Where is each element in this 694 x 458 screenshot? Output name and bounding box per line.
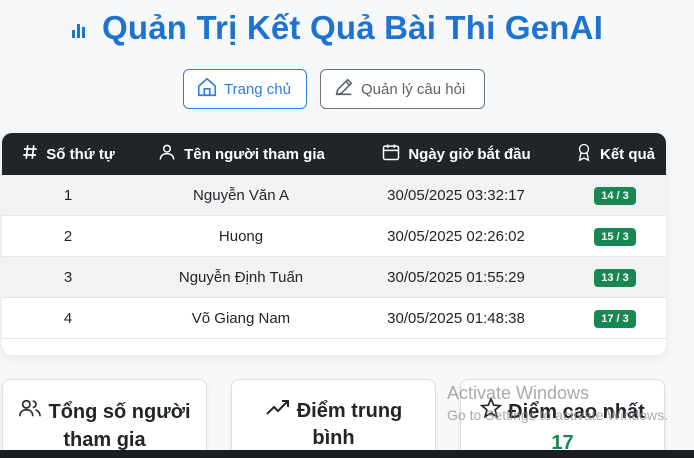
cell-index: 3 bbox=[63, 268, 73, 286]
table-row[interactable]: 1 Nguyễn Văn A 30/05/2025 03:32:17 14 / … bbox=[2, 175, 666, 216]
cell-start: 30/05/2025 01:48:38 bbox=[387, 309, 525, 327]
table-row[interactable]: 4 Võ Giang Nam 30/05/2025 01:48:38 17 / … bbox=[2, 298, 666, 339]
table-header: Số thứ tự Tên người tham gia Ngày giờ bắ… bbox=[2, 133, 666, 175]
average-score-label-2: bình bbox=[312, 427, 355, 449]
total-participants-label-1: Tổng số người bbox=[48, 400, 191, 423]
results-table: Số thứ tự Tên người tham gia Ngày giờ bắ… bbox=[2, 133, 666, 355]
hash-icon bbox=[21, 143, 39, 165]
people-icon bbox=[18, 397, 42, 427]
cell-name: Nguyễn Định Tuấn bbox=[178, 268, 304, 286]
cell-index: 1 bbox=[63, 186, 73, 204]
header-start-time-label: Ngày giờ bắt đầu bbox=[408, 145, 531, 163]
home-button-label: Trang chủ bbox=[224, 80, 291, 98]
result-badge: 15 / 3 bbox=[594, 227, 636, 246]
taskbar bbox=[0, 450, 694, 458]
header-participant: Tên người tham gia bbox=[134, 142, 348, 166]
person-icon bbox=[157, 142, 177, 166]
page-title: Quản Trị Kết Quả Bài Thi GenAI bbox=[102, 9, 604, 46]
cell-name: Nguyễn Văn A bbox=[193, 186, 289, 204]
total-participants-heading: Tổng số người bbox=[18, 397, 191, 427]
home-icon bbox=[196, 76, 218, 102]
calendar-icon bbox=[381, 142, 401, 166]
bar-chart-icon bbox=[72, 18, 90, 38]
page-header: Quản Trị Kết Quả Bài Thi GenAI bbox=[72, 8, 603, 48]
cell-index: 2 bbox=[63, 227, 73, 245]
result-badge: 13 / 3 bbox=[594, 268, 636, 287]
header-participant-label: Tên người tham gia bbox=[184, 145, 325, 163]
manage-questions-label: Quản lý câu hỏi bbox=[361, 80, 466, 98]
average-score-heading: Điểm trung bbox=[265, 397, 403, 425]
pencil-icon bbox=[333, 76, 355, 102]
header-result-label: Kết quả bbox=[599, 145, 655, 163]
watermark-subtitle: Go to Settings to activate Windows. bbox=[447, 407, 668, 423]
cell-index: 4 bbox=[63, 309, 73, 327]
cell-result: 17 / 3 bbox=[564, 309, 666, 328]
award-icon bbox=[575, 142, 593, 166]
result-badge: 14 / 3 bbox=[594, 186, 636, 205]
home-button[interactable]: Trang chủ bbox=[183, 69, 307, 109]
table-row[interactable]: 2 Huong 30/05/2025 02:26:02 15 / 3 bbox=[2, 216, 666, 257]
top-nav: Trang chủ Quản lý câu hỏi bbox=[183, 69, 485, 109]
cell-start: 30/05/2025 03:32:17 bbox=[387, 186, 525, 204]
watermark-title: Activate Windows bbox=[447, 383, 590, 403]
cell-result: 13 / 3 bbox=[564, 268, 666, 287]
activate-windows-watermark: Activate Windows Go to Settings to activ… bbox=[447, 382, 668, 426]
header-start-time: Ngày giờ bắt đầu bbox=[348, 142, 564, 166]
total-participants-card: Tổng số người tham gia bbox=[2, 379, 207, 458]
cell-result: 14 / 3 bbox=[564, 186, 666, 205]
average-score-label-1: Điểm trung bbox=[296, 399, 403, 422]
cell-start: 30/05/2025 02:26:02 bbox=[387, 227, 525, 245]
header-index: Số thứ tự bbox=[2, 143, 134, 165]
trend-up-icon bbox=[265, 397, 291, 425]
cell-result: 15 / 3 bbox=[564, 227, 666, 246]
average-score-card: Điểm trung bình bbox=[231, 379, 436, 458]
cell-start: 30/05/2025 01:55:29 bbox=[387, 268, 525, 286]
result-badge: 17 / 3 bbox=[594, 309, 636, 328]
cell-name: Võ Giang Nam bbox=[191, 309, 291, 327]
table-row[interactable]: 3 Nguyễn Định Tuấn 30/05/2025 01:55:29 1… bbox=[2, 257, 666, 298]
header-index-label: Số thứ tự bbox=[46, 145, 115, 163]
manage-questions-button[interactable]: Quản lý câu hỏi bbox=[320, 69, 485, 109]
header-result: Kết quả bbox=[564, 142, 666, 166]
cell-name: Huong bbox=[218, 227, 264, 245]
